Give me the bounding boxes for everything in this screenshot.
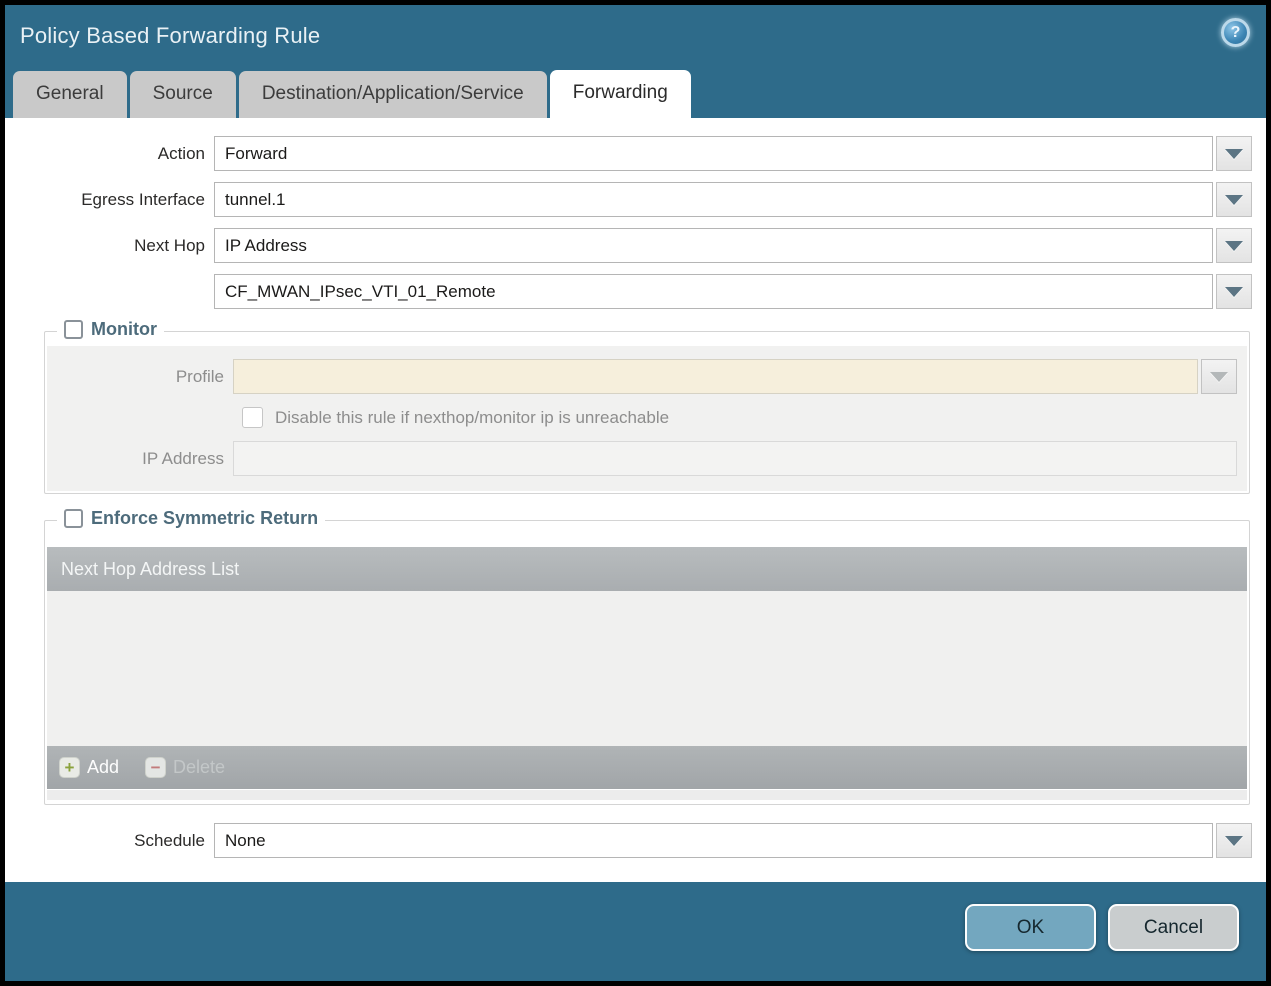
cancel-button[interactable]: Cancel [1108, 904, 1239, 951]
egress-interface-input[interactable] [214, 182, 1213, 217]
minus-icon: − [145, 757, 167, 778]
next-hop-address-input[interactable] [214, 274, 1213, 309]
chevron-down-icon [1225, 240, 1243, 251]
schedule-combo [214, 823, 1252, 858]
next-hop-address-row [13, 274, 1252, 309]
next-hop-combo [214, 228, 1252, 263]
symmetric-return-legend: Enforce Symmetric Return [57, 508, 326, 529]
monitor-legend: Monitor [57, 319, 164, 340]
egress-interface-row: Egress Interface [13, 182, 1252, 217]
profile-label: Profile [175, 366, 224, 386]
monitor-ip-address-input [233, 441, 1237, 476]
schedule-label: Schedule [134, 830, 205, 850]
next-hop-row: Next Hop [13, 228, 1252, 263]
enforce-symmetric-return-label: Enforce Symmetric Return [91, 508, 319, 528]
next-hop-address-dropdown-button[interactable] [1216, 274, 1252, 309]
forwarding-tab-panel: Action Egress Interface Next Hop [5, 118, 1266, 882]
next-hop-label: Next Hop [134, 235, 205, 255]
enforce-symmetric-return-checkbox[interactable] [64, 509, 83, 528]
delete-button-label: Delete [173, 757, 226, 777]
dialog-footer: OK Cancel [5, 882, 1266, 981]
tab-destination-application-service[interactable]: Destination/Application/Service [238, 71, 547, 118]
schedule-input[interactable] [214, 823, 1213, 858]
action-label: Action [157, 143, 205, 163]
next-hop-address-list-table: Next Hop Address List + Add − Delete [47, 547, 1247, 800]
schedule-row: Schedule [13, 823, 1252, 858]
egress-interface-combo [214, 182, 1252, 217]
profile-dropdown-button [1201, 359, 1237, 394]
action-combo [214, 136, 1252, 171]
monitor-ip-address-row: IP Address [47, 441, 1237, 476]
horizontal-scrollbar[interactable] [47, 790, 1247, 800]
disable-rule-checkbox [242, 407, 263, 428]
profile-input [233, 359, 1198, 394]
ok-button[interactable]: OK [965, 904, 1096, 951]
dialog-title: Policy Based Forwarding Rule [20, 23, 321, 48]
disable-rule-label: Disable this rule if nexthop/monitor ip … [275, 407, 670, 427]
chevron-down-icon [1210, 371, 1228, 382]
action-row: Action [13, 136, 1252, 171]
tab-source[interactable]: Source [129, 71, 236, 118]
monitor-label: Monitor [91, 319, 157, 339]
plus-icon: + [59, 757, 80, 778]
next-hop-dropdown-button[interactable] [1216, 228, 1252, 263]
help-icon[interactable]: ? [1221, 18, 1250, 47]
chevron-down-icon [1225, 194, 1243, 205]
next-hop-address-combo [214, 274, 1252, 309]
schedule-dropdown-button[interactable] [1216, 823, 1252, 858]
tab-forwarding[interactable]: Forwarding [549, 70, 691, 118]
chevron-down-icon [1225, 835, 1243, 846]
next-hop-type-input[interactable] [214, 228, 1213, 263]
monitor-ip-address-label: IP Address [142, 448, 224, 468]
symmetric-return-group: Enforce Symmetric Return Next Hop Addres… [44, 508, 1250, 805]
delete-button: − Delete [145, 757, 225, 778]
pbf-rule-dialog: Policy Based Forwarding Rule ? General S… [5, 5, 1266, 981]
monitor-ip-address-wrap [233, 441, 1237, 476]
add-button[interactable]: + Add [59, 757, 119, 778]
monitor-checkbox[interactable] [64, 320, 83, 339]
table-toolbar: + Add − Delete [47, 746, 1247, 789]
add-button-label: Add [87, 757, 120, 777]
help-glyph: ? [1230, 23, 1241, 41]
disable-rule-row: Disable this rule if nexthop/monitor ip … [242, 407, 1237, 428]
tab-general[interactable]: General [13, 71, 127, 118]
profile-combo [233, 359, 1237, 394]
tab-bar: General Source Destination/Application/S… [5, 67, 1266, 118]
chevron-down-icon [1225, 148, 1243, 159]
monitor-group: Monitor Profile Disable this rule if nex… [44, 319, 1250, 494]
titlebar: Policy Based Forwarding Rule ? [5, 5, 1266, 67]
action-input[interactable] [214, 136, 1213, 171]
next-hop-address-list-header: Next Hop Address List [47, 547, 1247, 591]
monitor-panel: Profile Disable this rule if nexthop/mon… [47, 346, 1247, 491]
next-hop-address-list-body[interactable] [47, 591, 1247, 746]
egress-interface-dropdown-button[interactable] [1216, 182, 1252, 217]
chevron-down-icon [1225, 286, 1243, 297]
egress-interface-label: Egress Interface [81, 189, 205, 209]
profile-row: Profile [47, 359, 1237, 394]
action-dropdown-button[interactable] [1216, 136, 1252, 171]
